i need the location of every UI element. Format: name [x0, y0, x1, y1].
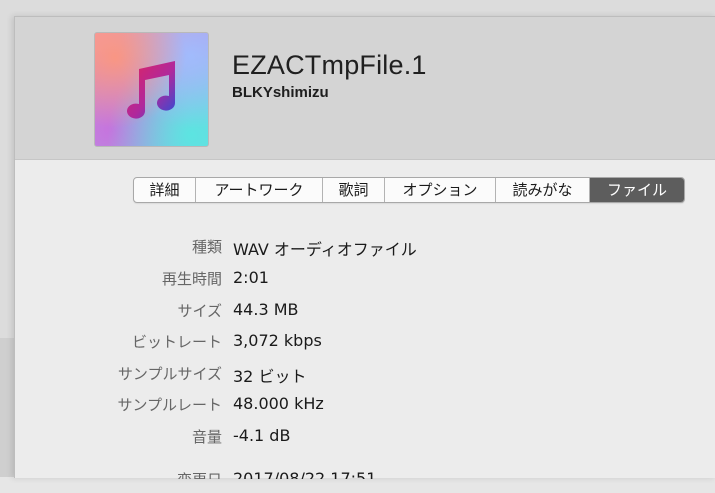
property-value: 2:01: [233, 268, 269, 287]
property-value: 48.000 kHz: [233, 394, 324, 413]
property-value: 44.3 MB: [233, 300, 299, 319]
music-note-icon: [127, 61, 176, 119]
property-label: 音量: [191, 428, 222, 446]
song-header: EZACTmpFile.1 BLKYshimizu: [15, 17, 715, 160]
property-row-bitrate: ビットレート 3,072 kbps: [15, 331, 715, 355]
property-label: サンプルレート: [117, 396, 222, 414]
song-artist: BLKYshimizu: [232, 84, 329, 101]
tab-details[interactable]: 詳細: [134, 178, 196, 202]
property-row-sample-rate: サンプルレート 48.000 kHz: [15, 394, 715, 418]
property-label: 再生時間: [161, 270, 222, 288]
property-value: -4.1 dB: [233, 426, 291, 445]
property-row-modified: 変更日 2017/08/22 17:51: [15, 469, 715, 489]
property-label: 種類: [191, 238, 222, 256]
property-value: 3,072 kbps: [233, 331, 322, 350]
property-row-sample-size: サンプルサイズ 32 ビット: [15, 363, 715, 387]
property-value: 32 ビット: [233, 367, 307, 386]
song-title: EZACTmpFile.1: [232, 50, 427, 80]
property-value: WAV オーディオファイル: [233, 240, 417, 259]
property-row-duration: 再生時間 2:01: [15, 268, 715, 292]
info-tab-bar: 詳細 アートワーク 歌詞 オプション 読みがな ファイル: [133, 177, 685, 203]
property-label: サンプルサイズ: [117, 365, 222, 383]
background-window-edge: [0, 338, 14, 477]
property-label: 変更日: [176, 471, 222, 489]
property-row-size: サイズ 44.3 MB: [15, 300, 715, 324]
album-artwork[interactable]: [94, 32, 209, 147]
tab-options[interactable]: オプション: [385, 178, 496, 202]
property-row-kind: 種類 WAV オーディオファイル: [15, 236, 715, 260]
song-info-window: EZACTmpFile.1 BLKYshimizu 詳細 アートワーク 歌詞 オ…: [14, 16, 715, 479]
tab-file[interactable]: ファイル: [590, 178, 684, 202]
property-label: ビットレート: [131, 333, 222, 351]
tab-lyrics[interactable]: 歌詞: [323, 178, 385, 202]
property-label: サイズ: [177, 302, 222, 320]
tab-artwork[interactable]: アートワーク: [196, 178, 323, 202]
tab-sorting[interactable]: 読みがな: [496, 178, 590, 202]
property-row-volume: 音量 -4.1 dB: [15, 426, 715, 450]
property-value: 2017/08/22 17:51: [233, 469, 377, 488]
